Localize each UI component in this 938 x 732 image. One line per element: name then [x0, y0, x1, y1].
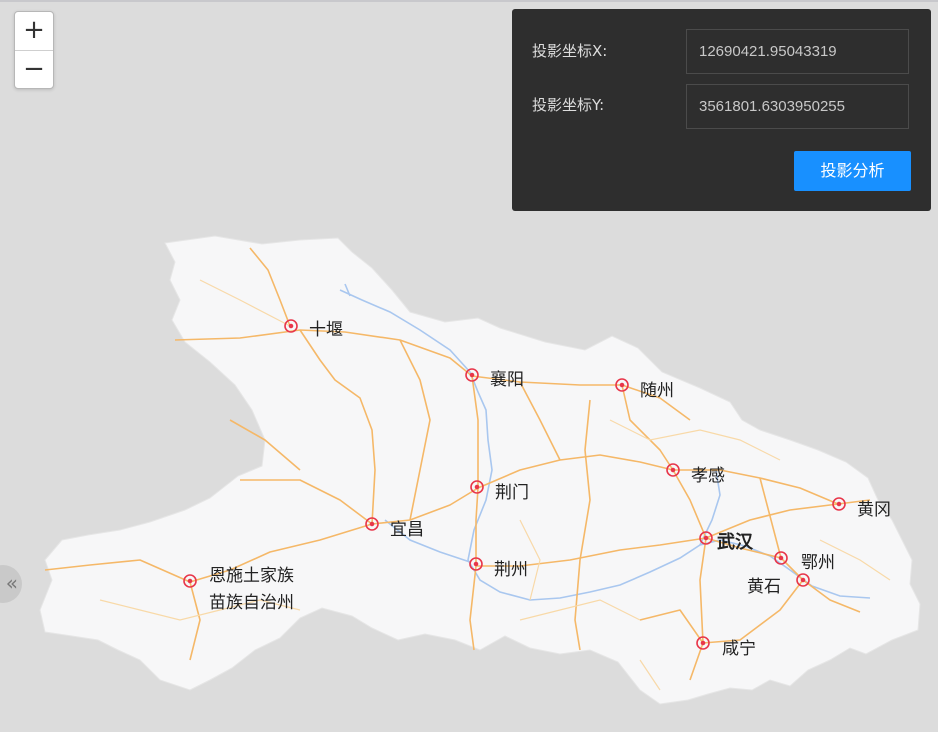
double-chevron-left-icon: «	[5, 571, 18, 595]
projection-x-input[interactable]: 12690421.95043319	[686, 29, 909, 74]
city-label-wuhan: 武汉	[717, 532, 753, 553]
city-label-enshi: 恩施土家族 苗族自治州	[209, 561, 294, 613]
projection-analysis-button[interactable]: 投影分析	[794, 151, 911, 191]
zoom-control: + −	[14, 11, 54, 89]
city-label-huanggang: 黄冈	[857, 500, 891, 520]
province-shape	[39, 235, 921, 705]
projection-y-input[interactable]: 3561801.6303950255	[686, 84, 909, 129]
city-label-yichang: 宜昌	[390, 520, 424, 540]
city-label-ezhou: 鄂州	[801, 553, 835, 573]
city-label-suizhou: 随州	[640, 381, 674, 401]
city-label-xianning: 咸宁	[722, 639, 756, 659]
projection-y-label: 投影坐标Y:	[532, 96, 605, 114]
city-label-jingmen: 荆门	[495, 483, 529, 503]
zoom-out-button[interactable]: −	[15, 50, 53, 88]
projection-x-label: 投影坐标X:	[532, 42, 608, 60]
city-label-jingzhou: 荆州	[494, 560, 528, 580]
city-label-enshi-line2: 苗族自治州	[209, 593, 294, 613]
city-label-huangshi: 黄石	[747, 577, 781, 597]
city-label-xiaogan: 孝感	[691, 466, 725, 486]
city-label-xiangyang: 襄阳	[490, 370, 524, 390]
zoom-in-button[interactable]: +	[15, 12, 53, 50]
projection-panel: 投影坐标X: 12690421.95043319 投影坐标Y: 3561801.…	[512, 9, 931, 211]
city-label-enshi-line1: 恩施土家族	[209, 566, 294, 586]
top-border	[0, 0, 938, 2]
city-label-shiyan: 十堰	[309, 320, 343, 340]
